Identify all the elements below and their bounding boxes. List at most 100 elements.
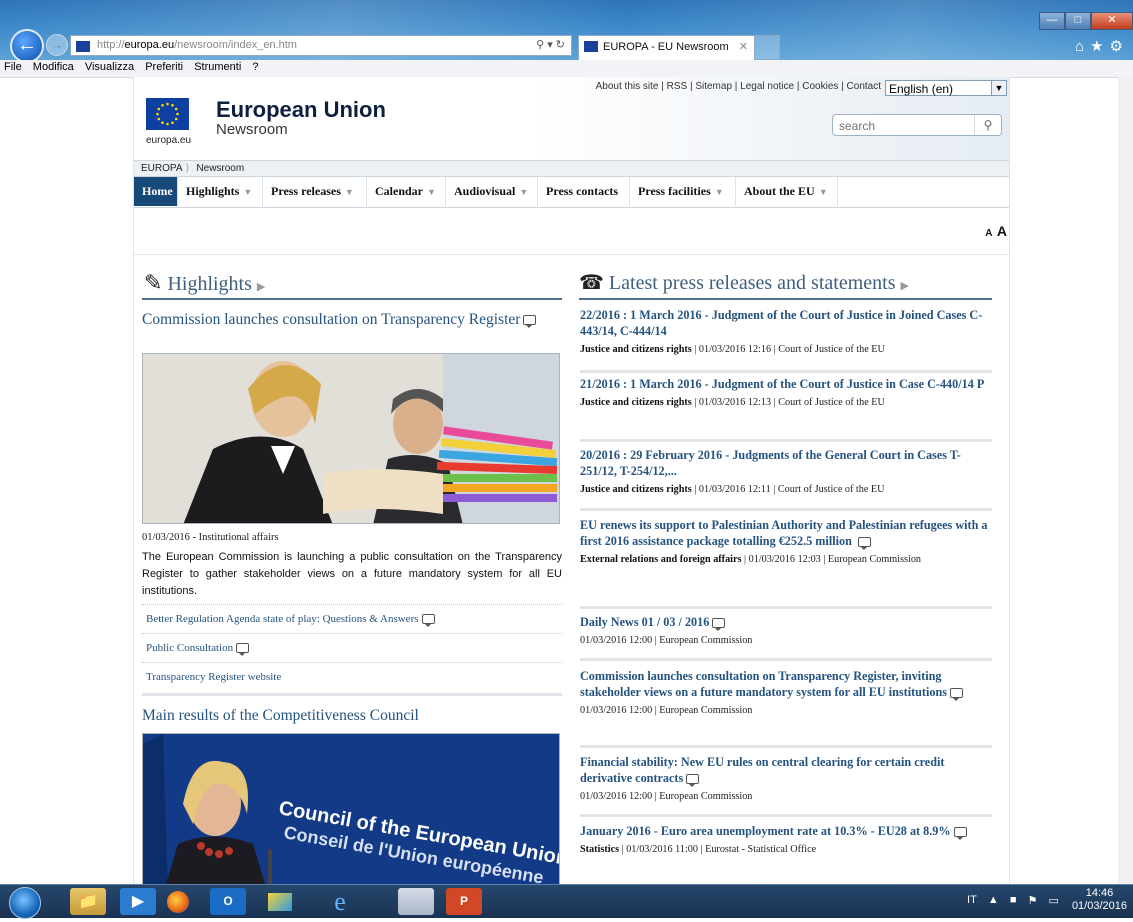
close-button[interactable]: ✕ <box>1091 12 1133 30</box>
highlight-title[interactable]: Main results of the Competitiveness Coun… <box>142 705 562 726</box>
menu-help[interactable]: ? <box>248 60 262 73</box>
window-switcher-icon[interactable] <box>398 888 434 915</box>
home-icon[interactable]: ⌂ <box>1075 38 1090 55</box>
related-link[interactable]: Better Regulation Agenda state of play: … <box>142 604 562 632</box>
menu-file[interactable]: File <box>0 60 26 73</box>
tray-expand-icon[interactable]: ▲ <box>988 894 999 906</box>
highlight-title-text: Commission launches consultation on Tran… <box>142 311 521 328</box>
forward-button[interactable]: → <box>46 34 68 56</box>
site-title[interactable]: European Union <box>216 97 386 123</box>
separator <box>580 745 992 748</box>
highlight-image[interactable] <box>142 353 560 524</box>
related-link[interactable]: Public Consultation <box>142 633 562 661</box>
photos-icon[interactable] <box>262 888 298 915</box>
tools-gear-icon[interactable]: ⚙ <box>1110 38 1129 55</box>
flag-icon[interactable]: ⚑ <box>1028 894 1038 907</box>
language-value: English (en) <box>889 82 954 96</box>
comment-icon <box>421 614 435 628</box>
press-item-category[interactable]: Statistics <box>580 844 619 855</box>
menu-modifica[interactable]: Modifica <box>29 60 78 73</box>
press-item-title[interactable]: Commission launches consultation on Tran… <box>580 668 992 702</box>
outlook-icon[interactable]: O <box>210 888 246 915</box>
powerpoint-icon[interactable]: P <box>446 888 482 915</box>
media-player-icon[interactable]: ▶ <box>120 888 156 915</box>
address-bar[interactable]: http://europa.eu/newsroom/index_en.htm ⚲… <box>70 35 572 56</box>
breadcrumb-newsroom[interactable]: Newsroom <box>189 163 247 174</box>
explorer-icon[interactable]: 📁 <box>70 888 106 915</box>
start-button[interactable] <box>9 887 41 919</box>
arrow-right-icon: ▶ <box>900 280 909 292</box>
press-item-category[interactable]: External relations and foreign affairs <box>580 554 741 565</box>
language-indicator[interactable]: IT <box>967 894 977 906</box>
press-item-title[interactable]: Financial stability: New EU rules on cen… <box>580 754 992 788</box>
menu-bar: File Modifica Visualizza Preferiti Strum… <box>0 60 1133 78</box>
council-photo: Council of the European Union Conseil de… <box>143 734 559 884</box>
nav-press-contacts[interactable]: Press contacts <box>538 177 630 206</box>
nav-press-releases[interactable]: Press releases ▼ <box>263 177 367 206</box>
display-icon[interactable]: ▭ <box>1048 894 1058 907</box>
menu-preferiti[interactable]: Preferiti <box>141 60 187 73</box>
comment-icon <box>712 618 726 632</box>
browser-tab[interactable]: EUROPA - EU Newsroom ✕ <box>578 35 755 60</box>
internet-explorer-icon[interactable]: e <box>322 888 358 915</box>
related-link[interactable]: Transparency Register website <box>142 662 562 690</box>
nav-home[interactable]: Home <box>134 177 178 206</box>
font-small-button[interactable]: A <box>985 228 992 239</box>
vertical-scrollbar[interactable] <box>1118 77 1133 884</box>
press-item-category[interactable]: Justice and citizens rights <box>580 397 692 408</box>
favorites-star-icon[interactable]: ★ <box>1090 38 1109 55</box>
press-heading[interactable]: ☎ Latest press releases and statements ▶ <box>579 270 909 295</box>
search-input[interactable] <box>837 118 971 134</box>
press-item-title[interactable]: Daily News 01 / 03 / 2016 <box>580 614 992 632</box>
search-icon[interactable]: ⚲ <box>974 115 1001 135</box>
language-select[interactable]: English (en) ▼ <box>885 80 1007 96</box>
minimize-button[interactable]: — <box>1039 12 1065 30</box>
highlight-title[interactable]: Commission launches consultation on Tran… <box>142 309 562 330</box>
press-item-title-text: EU renews its support to Palestinian Aut… <box>580 518 988 548</box>
press-item-category[interactable]: Justice and citizens rights <box>580 344 692 355</box>
press-item-category[interactable]: Justice and citizens rights <box>580 484 692 495</box>
press-item: Financial stability: New EU rules on cen… <box>580 754 992 804</box>
highlight-image[interactable]: Council of the European Union Conseil de… <box>142 733 560 884</box>
nav-calendar[interactable]: Calendar ▼ <box>367 177 446 206</box>
maximize-button[interactable]: □ <box>1065 12 1091 30</box>
network-icon[interactable]: ■ <box>1010 894 1017 906</box>
menu-visualizza[interactable]: Visualizza <box>81 60 138 73</box>
breadcrumb: EUROPA ⟩ Newsroom <box>134 161 1009 177</box>
firefox-icon[interactable] <box>160 888 196 915</box>
nav-audiovisual[interactable]: Audiovisual ▼ <box>446 177 538 206</box>
press-item-title[interactable]: EU renews its support to Palestinian Aut… <box>580 517 992 551</box>
pencil-icon: ✎ <box>144 270 163 295</box>
press-rule <box>579 298 992 300</box>
arrow-right-icon: ▶ <box>256 281 266 293</box>
nav-press-facilities[interactable]: Press facilities ▼ <box>630 177 736 206</box>
logo-caption: europa.eu <box>146 135 192 146</box>
highlights-heading-label: Highlights <box>167 273 252 295</box>
clock[interactable]: 14:46 01/03/2016 <box>1072 887 1127 913</box>
tab-close-icon[interactable]: ✕ <box>739 36 748 58</box>
address-tools[interactable]: ⚲ ▾ ↻ <box>536 36 565 55</box>
font-large-button[interactable]: A <box>997 223 1007 239</box>
press-item-title[interactable]: January 2016 - Euro area unemployment ra… <box>580 823 992 841</box>
press-item-date-source: 01/03/2016 12:00 | European Commission <box>580 791 753 802</box>
window-controls: — □ ✕ <box>1039 10 1133 30</box>
back-button[interactable]: ← <box>10 29 44 63</box>
breadcrumb-europa[interactable]: EUROPA <box>134 163 186 174</box>
press-item-title[interactable]: 21/2016 : 1 March 2016 - Judgment of the… <box>580 376 992 392</box>
comment-icon <box>857 537 871 551</box>
separator <box>580 439 992 442</box>
nav-highlights[interactable]: Highlights ▼ <box>178 177 263 206</box>
eu-flag-logo[interactable] <box>146 98 189 130</box>
new-tab-button[interactable] <box>754 35 780 60</box>
press-item-title[interactable]: 22/2016 : 1 March 2016 - Judgment of the… <box>580 307 992 339</box>
nav-calendar-label: Calendar <box>375 184 423 198</box>
nav-about-eu[interactable]: About the EU ▼ <box>736 177 838 206</box>
press-item: Daily News 01 / 03 / 2016 01/03/2016 12:… <box>580 614 992 648</box>
menu-strumenti[interactable]: Strumenti <box>190 60 245 73</box>
highlights-heading[interactable]: ✎ Highlights ▶ <box>144 270 265 296</box>
press-item-title[interactable]: 20/2016 : 29 February 2016 - Judgments o… <box>580 447 992 479</box>
highlight-title-text: Main results of the Competitiveness Coun… <box>142 707 419 724</box>
top-links[interactable]: About this site | RSS | Sitemap | Legal … <box>596 81 881 92</box>
site-header: About this site | RSS | Sitemap | Legal … <box>134 77 1009 161</box>
chevron-down-icon[interactable]: ▼ <box>991 81 1006 95</box>
